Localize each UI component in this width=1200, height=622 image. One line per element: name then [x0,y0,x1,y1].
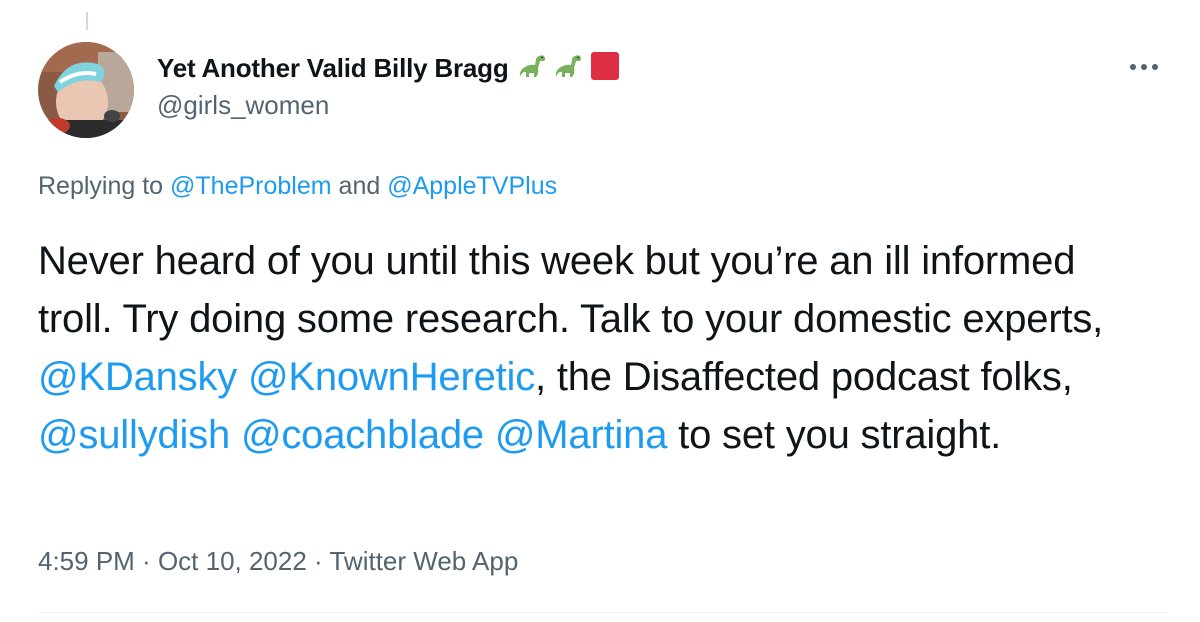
mention-martina[interactable]: @Martina [495,413,668,457]
tweet-metadata: 4:59 PM · Oct 10, 2022 · Twitter Web App [38,546,518,577]
meta-separator: · [134,546,158,576]
tweet-text: Never heard of you until this week but y… [38,232,1158,464]
author-name-row: Yet Another Valid Billy Bragg [157,50,621,86]
tweet-text-space [230,413,241,457]
more-options-button[interactable] [1124,54,1164,80]
tweet-time[interactable]: 4:59 PM [38,546,135,576]
divider [38,612,1168,613]
replying-to: Replying to @TheProblem and @AppleTVPlus [38,172,557,201]
avatar-image [38,42,134,138]
tweet-text-segment: to set you straight. [667,413,1002,457]
tweet-date[interactable]: Oct 10, 2022 [158,546,307,576]
tweet-text-segment: Never heard of you until this week but y… [38,239,1104,341]
tweet-text-space [484,413,495,457]
tweet-text-space [237,355,248,399]
name-emojis [517,50,621,87]
mention-sullydish[interactable]: @sullydish [38,413,230,457]
dinosaur-icon [517,50,549,87]
author-handle[interactable]: @girls_women [157,90,621,121]
thread-connector-line [86,12,88,30]
mention-appletvplus[interactable]: @AppleTVPlus [387,172,557,200]
meta-separator: · [306,546,330,576]
replying-to-label: Replying to [38,172,171,200]
mention-theproblem[interactable]: @TheProblem [170,172,332,200]
mention-knownheretic[interactable]: @KnownHeretic [248,355,535,399]
mention-coachblade[interactable]: @coachblade [241,413,484,457]
avatar[interactable] [38,42,134,138]
more-horizontal-icon [1130,64,1158,70]
replying-joiner: and [331,172,388,200]
tweet-source[interactable]: Twitter Web App [329,546,518,576]
red-square-icon [589,50,621,87]
dinosaur-icon [553,50,585,87]
mention-kdansky[interactable]: @KDansky [38,355,237,399]
tweet-header: Yet Another Valid Billy Bragg @girls_wom… [157,50,621,121]
tweet-text-segment: , the Disaffected podcast folks, [535,355,1073,399]
author-display-name[interactable]: Yet Another Valid Billy Bragg [157,53,509,84]
